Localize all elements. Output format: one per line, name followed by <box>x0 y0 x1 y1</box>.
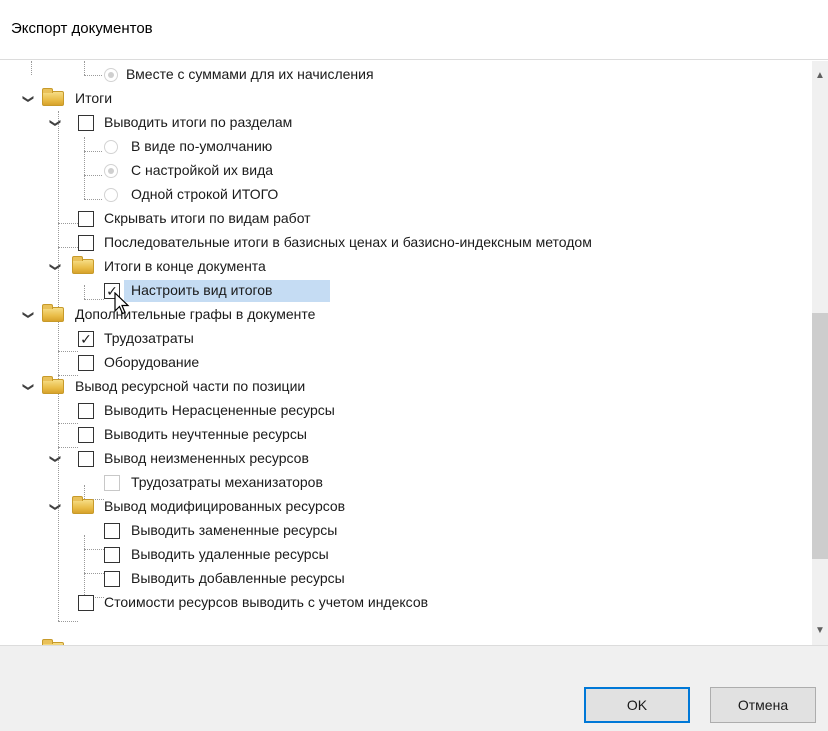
tree-item[interactable]: Выводить замененные ресурсы <box>0 519 812 543</box>
tree-item-label: Выводить Нерасцененные ресурсы <box>104 402 335 418</box>
tree-item-label: Итоги <box>75 90 113 106</box>
tree-item[interactable]: ✓ Трудозатраты <box>0 327 812 351</box>
tree-item[interactable]: Оборудование <box>0 351 812 375</box>
tree-group[interactable]: ❯ Вывод ресурсной части по позиции <box>0 375 812 399</box>
tree-item-label: Оборудование <box>104 354 200 370</box>
chevron-down-icon[interactable]: ❯ <box>21 380 35 394</box>
folder-icon <box>42 376 64 394</box>
tree-item-label: Выводить добавленные ресурсы <box>131 570 345 586</box>
tree-item-label: В виде по-умолчанию <box>131 138 273 154</box>
checkbox[interactable] <box>104 475 120 491</box>
checkbox[interactable] <box>104 571 120 587</box>
tree-item[interactable]: Вместе с суммами для их начисления <box>0 63 812 87</box>
title-bar: Экспорт документов <box>0 0 828 60</box>
dialog-title: Экспорт документов <box>11 20 153 37</box>
tree-item-label: Вывод модифицированных ресурсов <box>104 498 346 514</box>
tree-item-label: Трудозатраты механизаторов <box>131 474 323 490</box>
tree-item-label: Настроить вид итогов <box>131 282 273 298</box>
tree-item-partial[interactable] <box>0 638 812 645</box>
tree-item-label: Последовательные итоги в базисных ценах … <box>104 234 592 250</box>
checkbox[interactable]: ✓ <box>78 331 94 347</box>
mouse-cursor-icon <box>114 291 130 319</box>
tree-item-label: Скрывать итоги по видам работ <box>104 210 311 226</box>
tree-item-label: Одной строкой ИТОГО <box>131 186 279 202</box>
tree-item[interactable]: ❯ Вывод модифицированных ресурсов <box>0 495 812 519</box>
checkbox[interactable] <box>78 427 94 443</box>
tree-item[interactable]: Одной строкой ИТОГО <box>0 183 812 207</box>
tree-item[interactable]: ❯ Вывод неизмененных ресурсов <box>0 447 812 471</box>
options-tree: Вместе с суммами для их начисления ❯ Ито… <box>0 61 828 645</box>
tree-item-label: Вывод неизмененных ресурсов <box>104 450 309 466</box>
tree-item-label: Выводить неучтенные ресурсы <box>104 426 307 442</box>
tree-item[interactable]: В виде по-умолчанию <box>0 135 812 159</box>
checkbox[interactable] <box>78 595 94 611</box>
chevron-down-icon[interactable]: ❯ <box>48 116 62 130</box>
tree-item-label: Выводить итоги по разделам <box>104 114 293 130</box>
checkbox[interactable] <box>78 115 94 131</box>
tree-item-label: Трудозатраты <box>104 330 194 346</box>
folder-icon <box>72 256 94 274</box>
tree-group-itogi[interactable]: ❯ Итоги <box>0 87 812 111</box>
tree-item[interactable]: Выводить Нерасцененные ресурсы <box>0 399 812 423</box>
tree-item[interactable]: ❯ Итоги в конце документа <box>0 255 812 279</box>
tree-item[interactable]: Стоимости ресурсов выводить с учетом инд… <box>0 591 812 615</box>
cancel-button[interactable]: Отмена <box>710 687 816 723</box>
export-dialog: Экспорт документов Вместе с суммами для … <box>0 0 828 731</box>
tree-item-label: Вывод ресурсной части по позиции <box>75 378 306 394</box>
dialog-footer: OK Отмена <box>0 645 828 731</box>
radio-button[interactable] <box>104 164 118 178</box>
tree-item[interactable]: Выводить неучтенные ресурсы <box>0 423 812 447</box>
ok-button[interactable]: OK <box>584 687 690 723</box>
tree-item-label: С настройкой их вида <box>131 162 274 178</box>
tree-item-label: Дополнительные графы в документе <box>75 306 316 322</box>
chevron-down-icon[interactable]: ❯ <box>48 260 62 274</box>
vertical-scrollbar[interactable]: ▲ ▼ <box>812 61 828 645</box>
tree-item[interactable]: Выводить добавленные ресурсы <box>0 567 812 591</box>
tree-item[interactable]: С настройкой их вида <box>0 159 812 183</box>
chevron-down-icon[interactable]: ❯ <box>21 308 35 322</box>
radio-button[interactable] <box>104 188 118 202</box>
checkbox[interactable] <box>78 235 94 251</box>
radio-button[interactable] <box>104 68 118 82</box>
tree-item-label: Стоимости ресурсов выводить с учетом инд… <box>104 594 429 610</box>
chevron-down-icon[interactable]: ❯ <box>48 452 62 466</box>
checkbox[interactable] <box>104 547 120 563</box>
tree-item[interactable]: ❯ Выводить итоги по разделам <box>0 111 812 135</box>
tree-item-label: Выводить замененные ресурсы <box>131 522 338 538</box>
tree-connector <box>58 621 78 622</box>
tree-item[interactable]: Трудозатраты механизаторов <box>0 471 812 495</box>
tree-item[interactable]: Выводить удаленные ресурсы <box>0 543 812 567</box>
checkbox[interactable] <box>78 403 94 419</box>
tree-item[interactable]: Скрывать итоги по видам работ <box>0 207 812 231</box>
checkbox[interactable] <box>78 211 94 227</box>
folder-icon <box>72 496 94 514</box>
tree-item-label: Итоги в конце документа <box>104 258 266 274</box>
chevron-down-icon[interactable]: ❯ <box>48 500 62 514</box>
checkbox[interactable] <box>104 523 120 539</box>
scroll-up-arrow-icon[interactable]: ▲ <box>812 67 828 84</box>
tree-item[interactable]: Последовательные итоги в базисных ценах … <box>0 231 812 255</box>
folder-icon <box>42 304 64 322</box>
tree-item-label: Вместе с суммами для их начисления <box>126 66 374 82</box>
checkbox[interactable] <box>78 451 94 467</box>
radio-button[interactable] <box>104 140 118 154</box>
checkbox[interactable] <box>78 355 94 371</box>
scroll-down-arrow-icon[interactable]: ▼ <box>812 622 828 639</box>
scrollbar-thumb[interactable] <box>812 313 828 559</box>
folder-icon <box>42 88 64 106</box>
chevron-down-icon[interactable]: ❯ <box>21 92 35 106</box>
tree-item-label: Выводить удаленные ресурсы <box>131 546 329 562</box>
